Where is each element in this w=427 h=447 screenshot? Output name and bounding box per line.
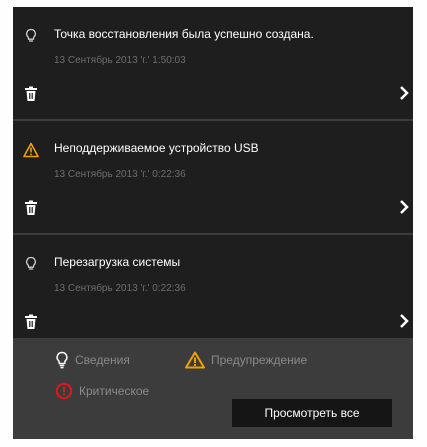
- chevron-right-icon[interactable]: [399, 313, 409, 329]
- warning-icon: [23, 142, 39, 158]
- lightbulb-icon: [26, 256, 36, 270]
- warning-icon: [185, 351, 205, 369]
- notification-title: Неподдерживаемое устройство USB: [54, 141, 259, 155]
- notification-title: Точка восстановления была успешно создан…: [54, 27, 314, 41]
- notification-timestamp: 13 Сентябрь 2013 'г.' 0:22:36: [54, 169, 186, 180]
- chevron-right-icon[interactable]: [399, 199, 409, 215]
- notification-item[interactable]: Точка восстановления была успешно создан…: [13, 7, 413, 119]
- notification-item[interactable]: Неподдерживаемое устройство USB 13 Сентя…: [13, 121, 413, 233]
- notification-panel: Точка восстановления была успешно создан…: [13, 7, 413, 439]
- notification-title: Перезагрузка системы: [54, 255, 181, 269]
- legend-info: Сведения: [55, 351, 130, 369]
- notification-item[interactable]: Перезагрузка системы 13 Сентябрь 2013 'г…: [13, 235, 413, 338]
- lightbulb-icon: [56, 351, 68, 369]
- chevron-right-icon[interactable]: [399, 85, 409, 101]
- notification-footer: Сведения Предупреждение Критическое Прос…: [13, 338, 413, 439]
- view-all-button[interactable]: Просмотреть все: [232, 399, 392, 427]
- trash-icon[interactable]: [24, 314, 38, 330]
- notification-timestamp: 13 Сентябрь 2013 'г.' 1:50:03: [54, 55, 186, 66]
- notification-timestamp: 13 Сентябрь 2013 'г.' 0:22:36: [54, 283, 186, 294]
- lightbulb-icon: [26, 28, 36, 42]
- critical-icon: [55, 382, 73, 400]
- legend-critical: Критическое: [55, 382, 149, 400]
- legend-warning: Предупреждение: [185, 351, 307, 369]
- trash-icon[interactable]: [24, 200, 38, 216]
- legend-info-label: Сведения: [75, 353, 130, 367]
- legend-critical-label: Критическое: [79, 384, 150, 398]
- legend-warning-label: Предупреждение: [211, 353, 308, 367]
- trash-icon[interactable]: [24, 86, 38, 102]
